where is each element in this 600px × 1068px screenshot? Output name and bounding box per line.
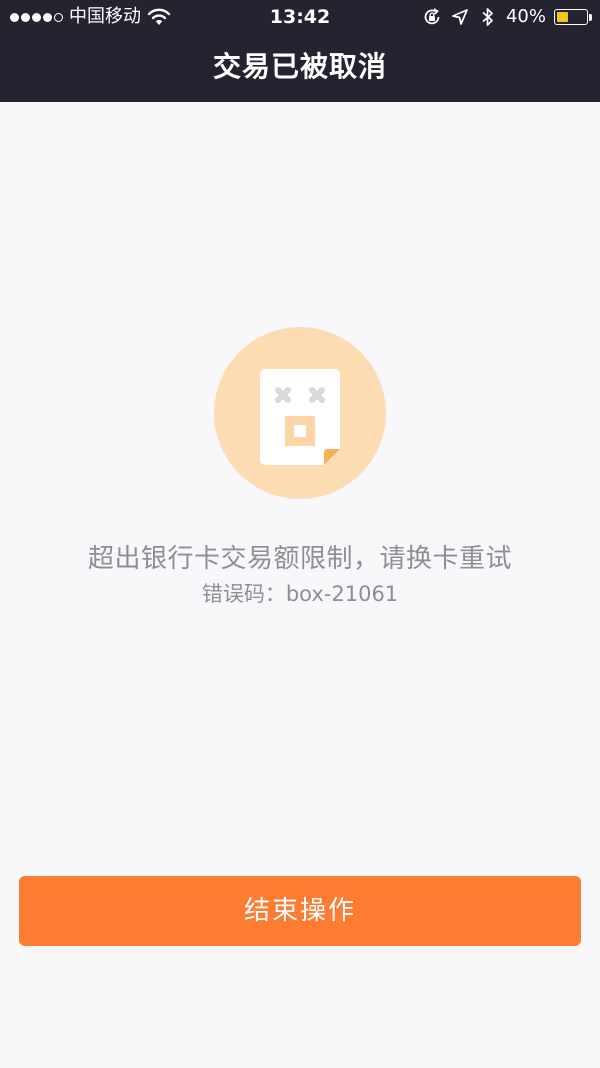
error-message: 超出银行卡交易额限制，请换卡重试 <box>87 544 512 574</box>
top-bar: 中国移动 13:42 40% 交易已被取消 <box>0 0 600 102</box>
error-code-line: 错误码：box-21061 <box>0 578 600 608</box>
cancelled-receipt-icon <box>214 327 386 499</box>
status-right: 40% <box>422 0 592 34</box>
screen: 中国移动 13:42 40% 交易已被取消 超出银行卡交易额限制，请换卡重试 错… <box>0 0 600 1068</box>
finish-operation-button[interactable]: 结束操作 <box>19 876 581 946</box>
battery-icon <box>554 9 592 25</box>
bluetooth-icon <box>478 7 498 27</box>
battery-percent: 40% <box>505 6 546 27</box>
error-code-label: 错误码： <box>201 582 286 606</box>
location-arrow-icon <box>450 7 470 27</box>
page-title: 交易已被取消 <box>212 50 387 83</box>
error-code-value: box-21061 <box>285 582 399 606</box>
status-bar: 中国移动 13:42 40% <box>0 0 600 34</box>
rotation-lock-icon <box>422 7 442 27</box>
battery-level <box>557 12 568 22</box>
